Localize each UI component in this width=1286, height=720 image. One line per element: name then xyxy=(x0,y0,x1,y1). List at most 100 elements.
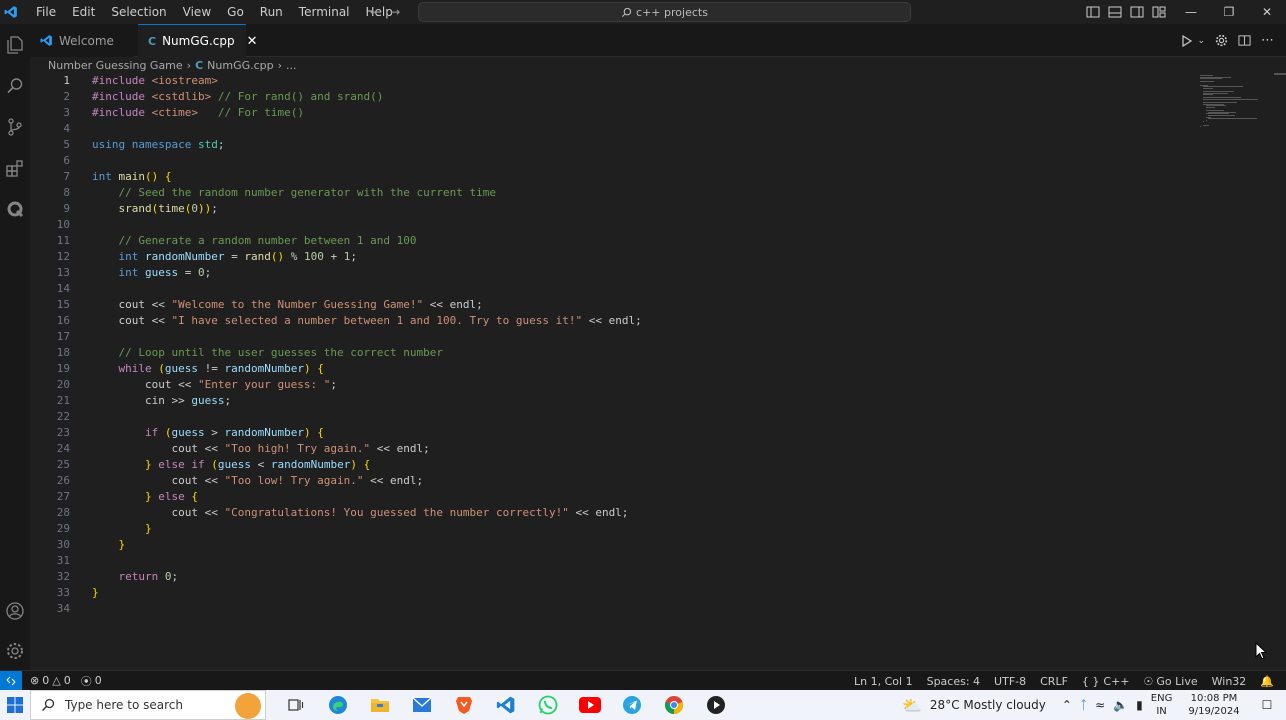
code-line[interactable]: 22 xyxy=(30,409,1190,425)
menu-edit[interactable]: Edit xyxy=(64,0,103,24)
code-line[interactable]: 9 srand(time(0)); xyxy=(30,201,1190,217)
source-control-icon[interactable] xyxy=(4,116,26,138)
code-line[interactable]: 6 xyxy=(30,153,1190,169)
code-line[interactable]: 3 #include <ctime> // For time() xyxy=(30,105,1190,121)
notification-center-icon[interactable]: ☐ xyxy=(1262,698,1273,712)
platform[interactable]: Win32 xyxy=(1212,675,1247,688)
split-editor-icon[interactable] xyxy=(1238,34,1251,47)
tab-numgg-cpp[interactable]: C NumGG.cpp ✕ xyxy=(138,24,258,57)
restore-icon[interactable]: ❐ xyxy=(1210,0,1248,24)
whatsapp-icon[interactable] xyxy=(534,690,562,720)
battery-icon[interactable]: ▮ xyxy=(1136,698,1143,712)
toggle-secondary-sidebar-icon[interactable] xyxy=(1130,5,1144,19)
telegram-icon[interactable] xyxy=(618,690,646,720)
file-explorer-icon[interactable] xyxy=(366,690,394,720)
code-editor[interactable]: 1 #include <iostream> 2 #include <cstdlib> … xyxy=(30,73,1286,670)
indentation[interactable]: Spaces: 4 xyxy=(927,675,980,688)
code-line[interactable]: 15 cout << "Welcome to the Number Guessi… xyxy=(30,297,1190,313)
tab-welcome[interactable]: Welcome xyxy=(30,24,134,57)
bluetooth-icon[interactable]: ᛏ xyxy=(1080,698,1087,712)
wifi-icon[interactable]: ≈ xyxy=(1095,698,1105,712)
code-line[interactable]: 20 cout << "Enter your guess: "; xyxy=(30,377,1190,393)
problems-indicator[interactable]: ⊗ 0 △ 0 xyxy=(30,674,71,687)
breadcrumb-file[interactable]: NumGG.cpp xyxy=(207,59,273,72)
manage-gear-icon[interactable] xyxy=(4,640,26,662)
mail-icon[interactable] xyxy=(408,690,436,720)
toggle-panel-icon[interactable] xyxy=(1108,5,1122,19)
code-line[interactable]: 19 while (guess != randomNumber) { xyxy=(30,361,1190,377)
chevron-up-icon[interactable]: ⌃ xyxy=(1062,698,1072,712)
menu-file[interactable]: File xyxy=(28,0,64,24)
command-center[interactable]: c++ projects xyxy=(418,2,911,22)
close-tab-icon[interactable]: ✕ xyxy=(247,34,258,49)
code-line[interactable]: 13 int guess = 0; xyxy=(30,265,1190,281)
extensions-icon[interactable] xyxy=(4,157,26,179)
end-of-line[interactable]: CRLF xyxy=(1040,675,1068,688)
code-line[interactable]: 1 #include <iostream> xyxy=(30,73,1190,89)
volume-icon[interactable]: 🔈 xyxy=(1113,698,1128,712)
code-line[interactable]: 16 cout << "I have selected a number bet… xyxy=(30,313,1190,329)
code-line[interactable]: 32 return 0; xyxy=(30,569,1190,585)
cursor-position[interactable]: Ln 1, Col 1 xyxy=(854,675,913,688)
ports-indicator[interactable]: ⦿ 0 xyxy=(81,673,102,689)
menu-terminal[interactable]: Terminal xyxy=(291,0,358,24)
accounts-icon[interactable] xyxy=(4,600,26,622)
code-line[interactable]: 25 } else if (guess < randomNumber) { xyxy=(30,457,1190,473)
remote-q-extension-icon[interactable] xyxy=(4,198,26,220)
chrome-icon[interactable] xyxy=(660,690,688,720)
code-line[interactable]: 4 xyxy=(30,121,1190,137)
code-line[interactable]: 31 xyxy=(30,553,1190,569)
menu-go[interactable]: Go xyxy=(219,0,252,24)
search-icon[interactable] xyxy=(4,75,26,97)
windows-start-icon[interactable] xyxy=(0,690,30,720)
language-mode[interactable]: { } C++ xyxy=(1082,675,1130,688)
code-line[interactable]: 14 xyxy=(30,281,1190,297)
encoding[interactable]: UTF-8 xyxy=(994,675,1026,688)
run-dropdown-chevron-icon[interactable]: ⌄ xyxy=(1197,36,1205,46)
code-line[interactable]: 10 xyxy=(30,217,1190,233)
weather-text[interactable]: 28°C Mostly cloudy xyxy=(930,698,1046,712)
code-line[interactable]: 11 // Generate a random number between 1… xyxy=(30,233,1190,249)
weather-cloud-icon[interactable]: ⛅ xyxy=(902,696,922,715)
code-line[interactable]: 23 if (guess > randomNumber) { xyxy=(30,425,1190,441)
menu-view[interactable]: View xyxy=(175,0,219,24)
code-line[interactable]: 18 // Loop until the user guesses the co… xyxy=(30,345,1190,361)
menu-run[interactable]: Run xyxy=(252,0,291,24)
run-icon[interactable] xyxy=(1181,34,1193,47)
code-line[interactable]: 26 cout << "Too low! Try again." << endl… xyxy=(30,473,1190,489)
taskbar-search-input[interactable]: Type here to search xyxy=(30,690,266,720)
code-line[interactable]: 29 } xyxy=(30,521,1190,537)
scrollbar[interactable] xyxy=(1274,73,1286,75)
forward-arrow-icon[interactable]: → xyxy=(390,5,400,19)
code-line[interactable]: 2 #include <cstdlib> // For rand() and sr… xyxy=(30,89,1190,105)
menu-selection[interactable]: Selection xyxy=(103,0,174,24)
task-view-icon[interactable] xyxy=(282,690,310,720)
code-line[interactable]: 5 using namespace std; xyxy=(30,137,1190,153)
code-line[interactable]: 33} xyxy=(30,585,1190,601)
settings-gear-icon[interactable] xyxy=(1215,34,1228,47)
code-line[interactable]: 28 cout << "Congratulations! You guessed… xyxy=(30,505,1190,521)
code-line[interactable]: 27 } else { xyxy=(30,489,1190,505)
code-line[interactable]: 21 cin >> guess; xyxy=(30,393,1190,409)
code-line[interactable]: 24 cout << "Too high! Try again." << end… xyxy=(30,441,1190,457)
code-line[interactable]: 12 int randomNumber = rand() % 100 + 1; xyxy=(30,249,1190,265)
customize-layout-icon[interactable] xyxy=(1152,5,1166,19)
back-arrow-icon[interactable]: ← xyxy=(370,5,380,19)
minimap[interactable] xyxy=(1198,73,1272,133)
code-line[interactable]: 17 xyxy=(30,329,1190,345)
notifications-bell-icon[interactable]: 🔔 xyxy=(1260,675,1274,688)
breadcrumb-folder[interactable]: Number Guessing Game xyxy=(48,59,183,72)
toggle-primary-sidebar-icon[interactable] xyxy=(1086,5,1100,19)
code-line[interactable]: 7 int main() { xyxy=(30,169,1190,185)
close-window-icon[interactable]: ✕ xyxy=(1248,0,1286,24)
more-actions-icon[interactable]: ⋯ xyxy=(1261,33,1274,48)
breadcrumb-more[interactable]: ... xyxy=(286,59,297,72)
clock[interactable]: 10:08 PM 9/19/2024 xyxy=(1188,692,1239,718)
language-indicator[interactable]: ENG IN xyxy=(1151,692,1173,718)
vscode-taskbar-icon[interactable] xyxy=(492,690,520,720)
youtube-icon[interactable] xyxy=(576,690,604,720)
minimize-icon[interactable]: — xyxy=(1172,0,1210,24)
remote-indicator-icon[interactable] xyxy=(0,670,22,691)
edge-browser-icon[interactable] xyxy=(324,690,352,720)
code-line[interactable]: 8 // Seed the random number generator wi… xyxy=(30,185,1190,201)
